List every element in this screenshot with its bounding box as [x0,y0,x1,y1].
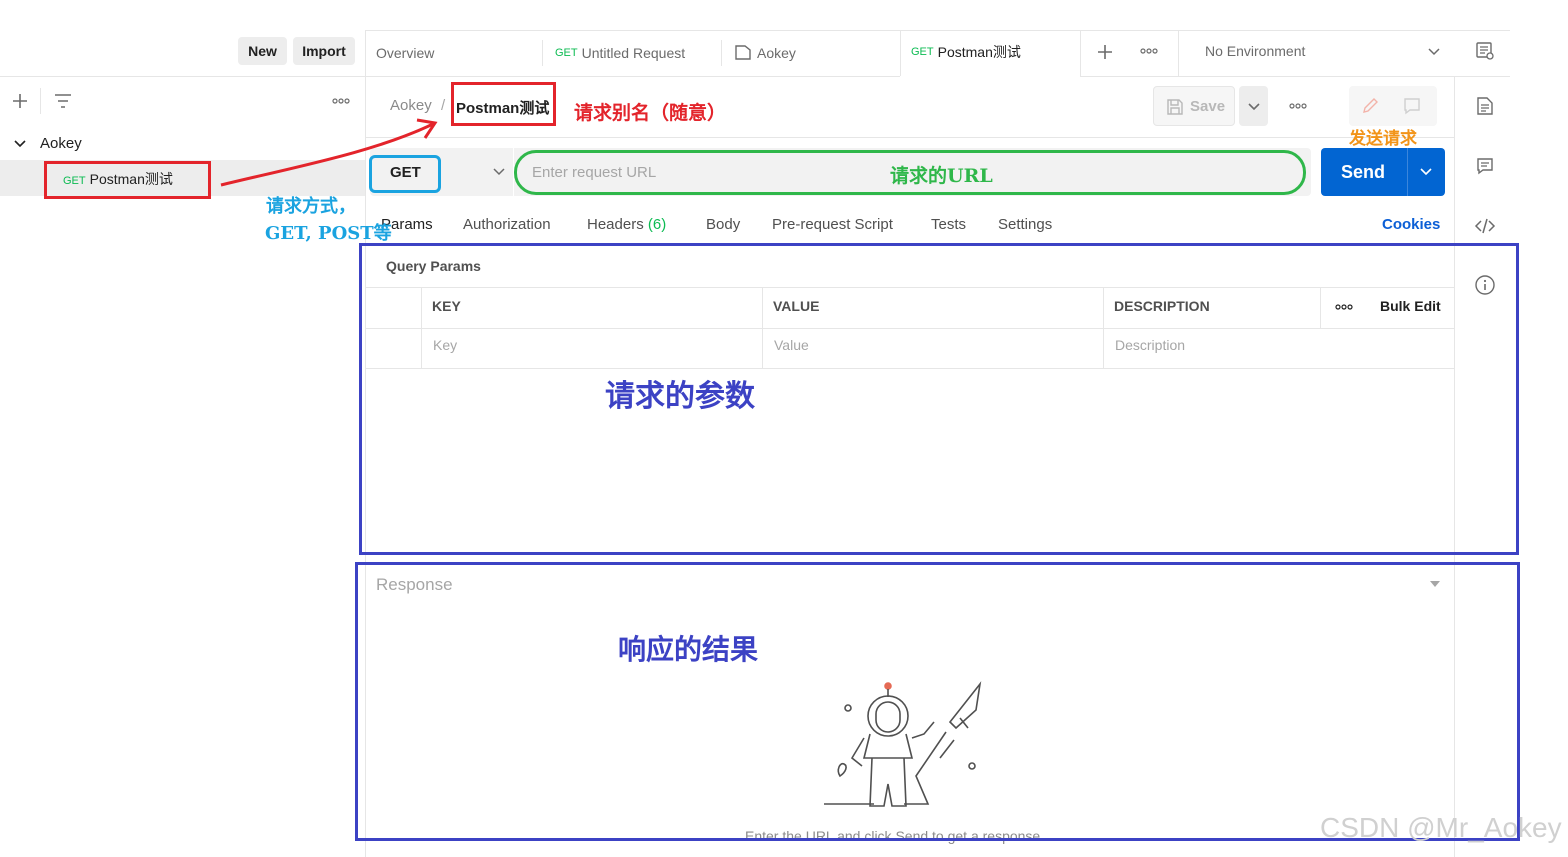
tab-divider [1178,30,1179,76]
url-annotation: 请求的URL [890,165,993,187]
response-highlight-box [355,562,1520,841]
environment-selector[interactable]: No Environment [1190,32,1450,74]
tab-pre-request-script[interactable]: Pre-request Script [772,216,893,233]
plus-icon[interactable] [11,92,29,110]
tab-settings[interactable]: Settings [998,216,1052,233]
params-highlight-box [359,243,1519,555]
tabs-more-icon[interactable] [1140,47,1158,55]
chevron-down-icon[interactable] [13,137,27,151]
environment-quick-look-icon[interactable] [1475,41,1495,61]
send-label: Send [1341,162,1386,182]
chevron-down-icon [1428,48,1440,56]
comment-icon [1404,98,1420,115]
new-button[interactable]: New [238,37,287,65]
method-annotation-line1: 请求方式， [266,196,356,217]
filter-icon[interactable] [53,92,73,110]
new-tab-plus-icon[interactable] [1096,43,1114,61]
headers-count: (6) [647,216,667,233]
tab-method-tag: GET [911,46,934,58]
tab-bar-bottom-border [365,76,900,77]
tab-untitled-request[interactable]: GET Untitled Request [555,30,685,76]
request-more-icon[interactable] [1289,102,1307,110]
save-dropdown-button[interactable] [1239,86,1268,126]
alias-annotation: 请求别名（随意） [574,102,727,124]
watermark: CSDN @Mr_Aokey [1320,812,1562,843]
tab-overview-label: Overview [376,45,435,61]
tab-headers[interactable]: Headers (6) [587,216,666,233]
tab-tests[interactable]: Tests [931,216,966,233]
code-icon[interactable] [1474,217,1496,235]
tab-postman-label: Postman测试 [937,44,1021,60]
tab-aokey[interactable]: Aokey [757,30,796,76]
collection-icon [735,45,751,60]
chevron-down-icon [493,168,505,176]
tab-divider [1080,30,1081,76]
import-button[interactable]: Import [293,37,355,65]
tab-postman[interactable]: GET Postman测试 [900,30,1080,76]
tab-overview[interactable]: Overview [376,30,434,76]
cookies-link[interactable]: Cookies [1382,216,1440,233]
chevron-down-icon[interactable] [1419,165,1433,179]
method-highlight-box [369,155,441,193]
send-divider [1407,148,1408,196]
tab-body[interactable]: Body [706,216,740,233]
sidebar-item-highlight-box [44,161,211,199]
request-name-highlight-box [451,82,556,126]
edit-mode-toggle[interactable] [1349,86,1437,126]
comments-icon[interactable] [1476,157,1494,175]
save-button[interactable]: Save [1153,86,1235,126]
save-icon [1167,99,1183,115]
tab-divider [900,30,901,76]
tab-divider [721,40,722,66]
tab-bar-bottom-border [1080,76,1510,77]
more-icon[interactable] [332,97,350,105]
chevron-down-icon [1248,103,1260,111]
pencil-icon [1363,98,1378,113]
tab-untitled-label: Untitled Request [581,45,686,61]
method-annotation-line2: GET, POST等 [265,223,392,244]
tab-method-tag: GET [555,47,578,59]
sidebar-divider [40,88,41,114]
tab-divider [542,40,543,66]
tab-authorization[interactable]: Authorization [463,216,551,233]
response-annotation: 响应的结果 [618,633,759,666]
sidebar-top-divider [0,76,365,77]
environment-label: No Environment [1205,43,1306,59]
request-header-divider [365,137,1454,138]
params-annotation: 请求的参数 [605,379,755,414]
send-annotation: 发送请求 [1349,129,1417,149]
send-button[interactable]: Send [1321,148,1445,196]
tab-aokey-label: Aokey [757,45,796,61]
documentation-icon[interactable] [1476,96,1494,116]
save-label: Save [1190,98,1226,115]
collection-name[interactable]: Aokey [40,135,82,152]
tab-headers-label: Headers [587,216,644,233]
